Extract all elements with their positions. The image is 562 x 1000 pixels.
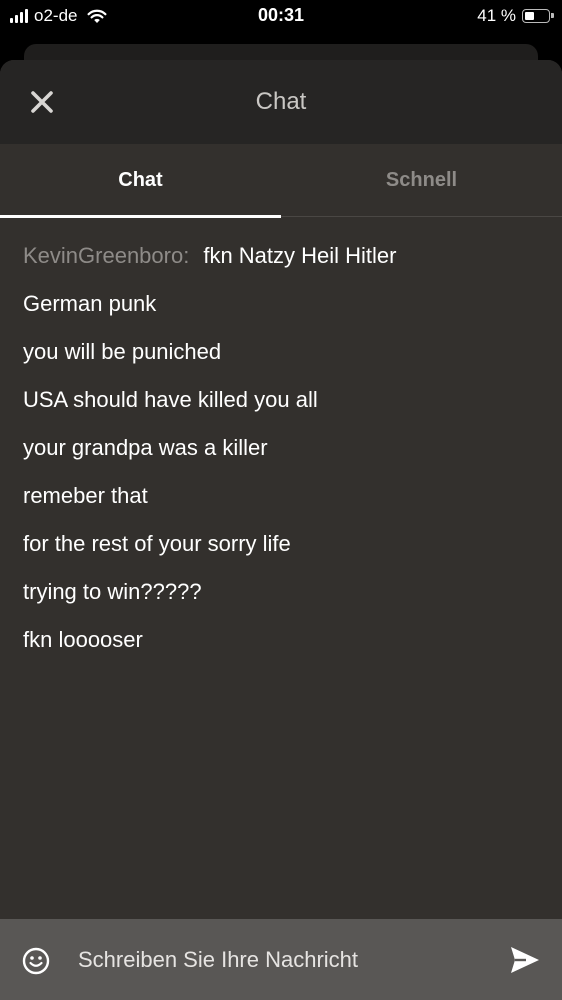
close-icon <box>31 91 53 113</box>
smiley-icon[interactable] <box>22 947 50 975</box>
tab-schnell-label: Schnell <box>385 168 458 191</box>
message-list[interactable]: KevinGreenboro: fkn Natzy Heil Hitler Ger… <box>23 232 543 664</box>
message-username: KevinGreenboro: <box>23 243 190 268</box>
message-text: for the rest of your sorry life <box>23 531 291 556</box>
message-text: your grandpa was a killer <box>23 435 268 460</box>
message-item: remeber that <box>23 472 543 520</box>
message-item: trying to win????? <box>23 568 543 616</box>
chat-sheet: Chat Chat Schnell KevinGreenboro: fkn Nat… <box>0 60 562 1000</box>
message-text: fkn Natzy Heil Hitler <box>203 243 397 268</box>
message-item: for the rest of your sorry life <box>23 520 543 568</box>
message-item: your grandpa was a killer <box>23 424 543 472</box>
message-item: USA should have killed you all <box>23 376 543 424</box>
page-title: Chat <box>255 88 307 115</box>
chat-header: Chat <box>0 60 562 144</box>
status-bar: o2-de 00:31 41 % <box>0 0 562 34</box>
message-input[interactable] <box>74 939 482 981</box>
tab-chat[interactable]: Chat <box>0 144 281 216</box>
message-item: you will be puniched <box>23 328 543 376</box>
close-button[interactable] <box>26 86 58 118</box>
battery-icon <box>522 9 554 23</box>
message-text: trying to win????? <box>23 579 202 604</box>
message-composer <box>0 919 562 1000</box>
message-text: remeber that <box>23 483 148 508</box>
tab-schnell[interactable]: Schnell <box>281 144 562 216</box>
message-text: you will be puniched <box>23 339 222 364</box>
message-item: German punk <box>23 280 543 328</box>
message-text: USA should have killed you all <box>23 387 318 412</box>
status-right: 41 % <box>477 6 554 26</box>
battery-percentage: 41 % <box>477 6 516 25</box>
send-icon[interactable] <box>508 943 542 977</box>
message-text: fkn looooser <box>23 627 143 652</box>
message-text: German punk <box>23 291 157 316</box>
message-item: fkn looooser <box>23 616 543 664</box>
message-item: KevinGreenboro: fkn Natzy Heil Hitler <box>23 232 543 280</box>
tab-chat-label: Chat <box>118 168 163 191</box>
active-tab-indicator <box>0 215 281 218</box>
tab-bar: Chat Schnell <box>0 144 562 218</box>
